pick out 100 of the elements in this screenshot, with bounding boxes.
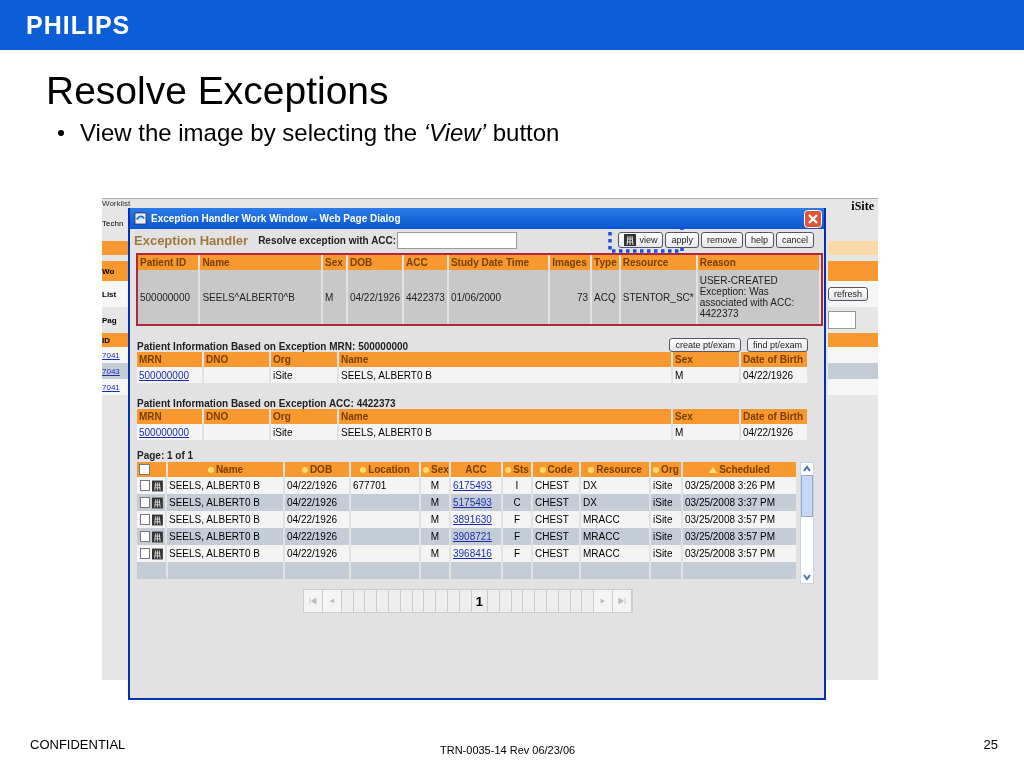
acc-label: Resolve exception with ACC: [258,234,397,246]
table-cell: SEELS, ALBERT0 B [169,548,260,559]
page-icon [134,212,147,225]
table-cell: 03/25/2008 3:57 PM [685,548,776,559]
section-bar [828,261,878,281]
table-cell: iSite [653,548,673,559]
table-cell: DX [583,480,597,491]
xray-icon[interactable] [152,496,163,509]
page-indicator: Page: 1 of 1 [137,450,195,462]
logo: PHILIPS [26,10,131,40]
table-cell: I [515,480,519,491]
scrollbar[interactable] [800,462,814,584]
table-cell: 4422373 [403,270,448,324]
id-link[interactable]: 7043 [102,366,120,376]
column-header[interactable]: Location [368,464,410,475]
table-cell: M [430,497,440,508]
table-cell: SEELS, ALBERT0 B [169,497,260,508]
action-button[interactable]: find pt/exam [746,338,808,352]
table-cell: iSite [653,514,673,525]
table-cell: ACQ [591,270,620,324]
column-header[interactable]: Name [215,464,244,475]
row-checkbox[interactable] [140,480,151,491]
page-label: Pag [102,315,117,325]
column-header[interactable]: Sex [431,464,448,475]
xray-icon[interactable] [152,547,163,560]
column-header[interactable]: ACC [465,464,487,475]
id-link[interactable]: 7041 [102,382,120,392]
column-header[interactable]: DOB [309,464,333,475]
table-row [828,363,878,379]
row-checkbox[interactable] [140,514,151,525]
list-label: List [102,289,117,299]
table-cell: USER-CREATED Exception: Was associated with ACC: 4422373 [696,270,820,324]
row-checkbox[interactable] [140,497,151,508]
page-number[interactable]: 1 [471,590,488,612]
bullet-text: View the image by selecting the ‘View’ button [80,118,560,148]
table-cell: 04/22/1926 [287,514,338,525]
row-checkbox[interactable] [140,531,151,542]
footer-label: CONFIDENTIAL [30,737,126,752]
table-cell: 73 [549,270,592,324]
table-cell: iSite [653,531,673,542]
xray-icon[interactable] [152,513,163,526]
table-cell: F [513,531,521,542]
bullet-icon [58,130,64,136]
xray-icon[interactable] [152,530,163,543]
table-cell: SEELS, ALBERT0 B [338,367,672,383]
table-cell: MRACC [583,548,620,559]
table-cell: 04/22/1926 [287,531,338,542]
table-cell: M [672,367,740,383]
table-cell: 04/22/1926 [740,367,808,383]
table-cell: 03/25/2008 3:26 PM [685,480,776,491]
table-cell: M [322,270,347,324]
acc-input-field[interactable] [397,231,518,249]
toolbar-button[interactable]: cancel [776,232,814,248]
toolbar-button[interactable]: view [618,232,664,248]
xray-icon[interactable] [152,479,163,492]
column-header[interactable]: Resource [596,464,642,475]
id-link[interactable]: 7041 [102,350,120,360]
page-number: 25 [983,737,998,752]
document-code: TRN-0035-14 Rev 06/23/06 [440,744,576,756]
toolbar-button[interactable]: help [744,232,774,248]
table-cell: F [513,548,521,559]
table-cell: CHEST [535,514,569,525]
table-cell: 04/22/1926 [287,497,338,508]
panel-title: Wo [102,266,115,276]
table-cell: DX [583,497,597,508]
table-header [828,333,878,347]
table-cell: M [430,531,440,542]
input-field[interactable] [828,311,856,329]
table-row [828,379,878,395]
table-cell: 677701 [353,480,387,491]
column-header[interactable]: Org [661,464,679,475]
table-cell: M [430,480,440,491]
section-title: Patient Information Based on Exception ACC: 4422373 [137,398,396,409]
slide-title: Resolve Exceptions [46,68,390,114]
refresh-button[interactable]: refresh [828,287,868,301]
table-cell: 04/22/1926 [740,424,808,440]
xray-icon [624,234,637,246]
toolbar-button[interactable]: apply [665,232,699,248]
row-checkbox[interactable] [140,548,151,559]
table-cell: 01/06/2000 [447,270,550,324]
nav-link[interactable]: Worklist [102,199,131,208]
table-cell: iSite [270,367,338,383]
table-cell: iSite [653,480,673,491]
column-header[interactable]: Scheduled [719,464,770,475]
table-cell: iSite [653,497,673,508]
table-cell: CHEST [535,480,569,491]
close-icon[interactable] [804,209,822,228]
select-all-checkbox[interactable] [139,464,150,476]
action-button[interactable]: create pt/exam [669,338,741,352]
column-header[interactable]: Sts [513,464,529,475]
table-cell: STENTOR_SC* [619,270,697,324]
toolbar-button[interactable]: remove [700,232,743,248]
menu-bar [828,241,878,255]
table-cell: SEELS, ALBERT0 B [338,424,672,440]
table-cell: 03/25/2008 3:37 PM [685,497,776,508]
table-cell: F [513,514,521,525]
table-row [828,347,878,363]
table-cell: SEELS, ALBERT0 B [169,531,260,542]
column-header[interactable]: Code [547,464,573,475]
table-cell: M [672,424,740,440]
